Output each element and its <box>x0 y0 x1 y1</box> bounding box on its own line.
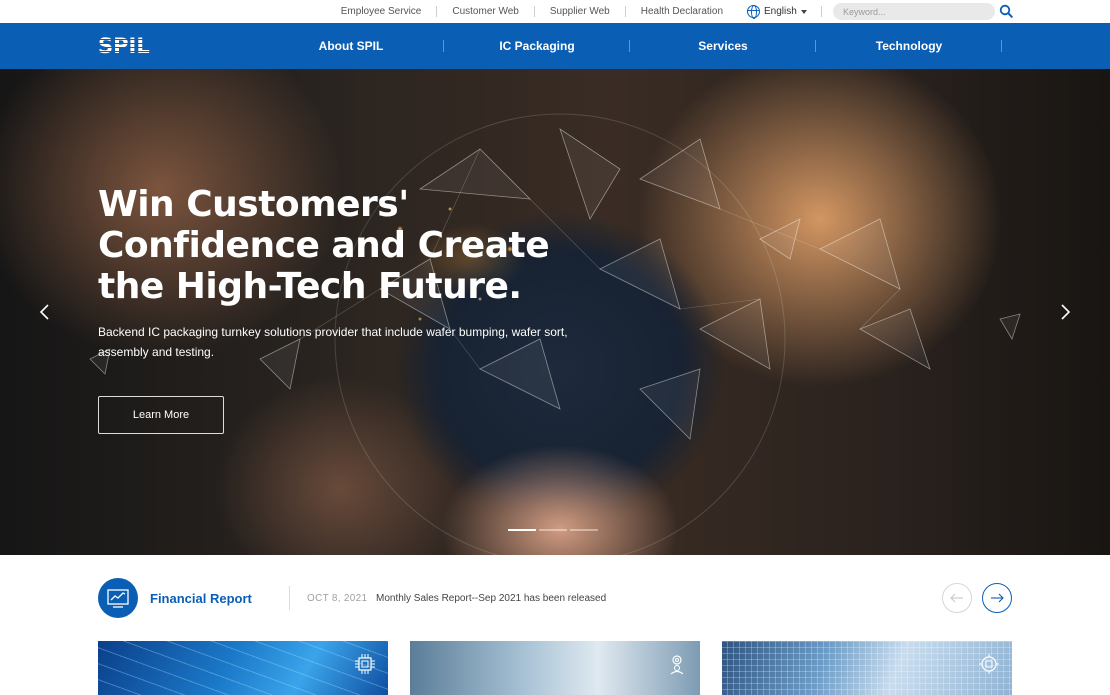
utility-links: Employee Service Customer Web Supplier W… <box>326 0 738 23</box>
next-slide-icon[interactable] <box>1057 302 1073 322</box>
hero-title: Win Customers' Confidence and Create the… <box>98 184 550 307</box>
feature-card-2[interactable] <box>410 641 700 695</box>
engineer-gear-icon <box>670 655 684 675</box>
slide-indicators <box>508 529 598 531</box>
caret-down-icon <box>800 9 807 14</box>
prev-slide-icon[interactable] <box>37 302 53 322</box>
health-declaration-link[interactable]: Health Declaration <box>624 6 738 17</box>
news-next-button[interactable] <box>982 583 1012 613</box>
main-nav: SPIL About SPIL IC Packaging Services Te… <box>0 23 1110 69</box>
news-section-title[interactable]: Financial Report <box>150 591 252 606</box>
chip-icon <box>355 654 375 674</box>
divider <box>289 586 290 610</box>
spil-logo[interactable]: SPIL <box>98 34 150 58</box>
slide-dot-3[interactable] <box>570 529 598 531</box>
globe-icon <box>747 5 760 19</box>
feature-cards <box>98 641 1012 695</box>
language-selector[interactable]: English <box>747 4 807 19</box>
news-prev-button[interactable] <box>942 583 972 613</box>
logo-text: SPIL <box>98 34 150 58</box>
network-graphic <box>89 113 1021 555</box>
hero-banner: Win Customers' Confidence and Create the… <box>0 69 1110 555</box>
slide-dot-1[interactable] <box>508 529 536 531</box>
customer-web-link[interactable]: Customer Web <box>436 6 534 17</box>
utility-bar: Employee Service Customer Web Supplier W… <box>0 0 1110 23</box>
search-icon[interactable] <box>999 4 1013 18</box>
supplier-web-link[interactable]: Supplier Web <box>533 6 625 17</box>
news-date: OCT 8, 2021 <box>307 593 368 604</box>
hero-subtitle: Backend IC packaging turnkey solutions p… <box>98 325 568 359</box>
nav-item-technology[interactable]: Technology <box>816 23 1002 69</box>
arrow-left-icon <box>950 593 963 603</box>
news-headline[interactable]: Monthly Sales Report--Sep 2021 has been … <box>376 593 606 604</box>
language-label: English <box>764 6 797 17</box>
news-ticker: Financial Report OCT 8, 2021 Monthly Sal… <box>0 555 1110 641</box>
financial-chart-icon <box>98 578 138 618</box>
nav-item-ic-packaging[interactable]: IC Packaging <box>444 23 630 69</box>
feature-card-1[interactable] <box>98 641 388 695</box>
arrow-right-icon <box>991 593 1004 603</box>
nav-item-about-spil[interactable]: About SPIL <box>258 23 444 69</box>
divider <box>821 6 822 17</box>
wafer-chip-icon <box>979 654 999 674</box>
nav-menu: About SPIL IC Packaging Services Technol… <box>258 23 1002 69</box>
search-input[interactable] <box>833 3 995 20</box>
nav-item-services[interactable]: Services <box>630 23 816 69</box>
slide-dot-2[interactable] <box>539 529 567 531</box>
feature-card-3[interactable] <box>722 641 1012 695</box>
learn-more-button[interactable]: Learn More <box>98 396 224 434</box>
employee-service-link[interactable]: Employee Service <box>326 6 437 17</box>
